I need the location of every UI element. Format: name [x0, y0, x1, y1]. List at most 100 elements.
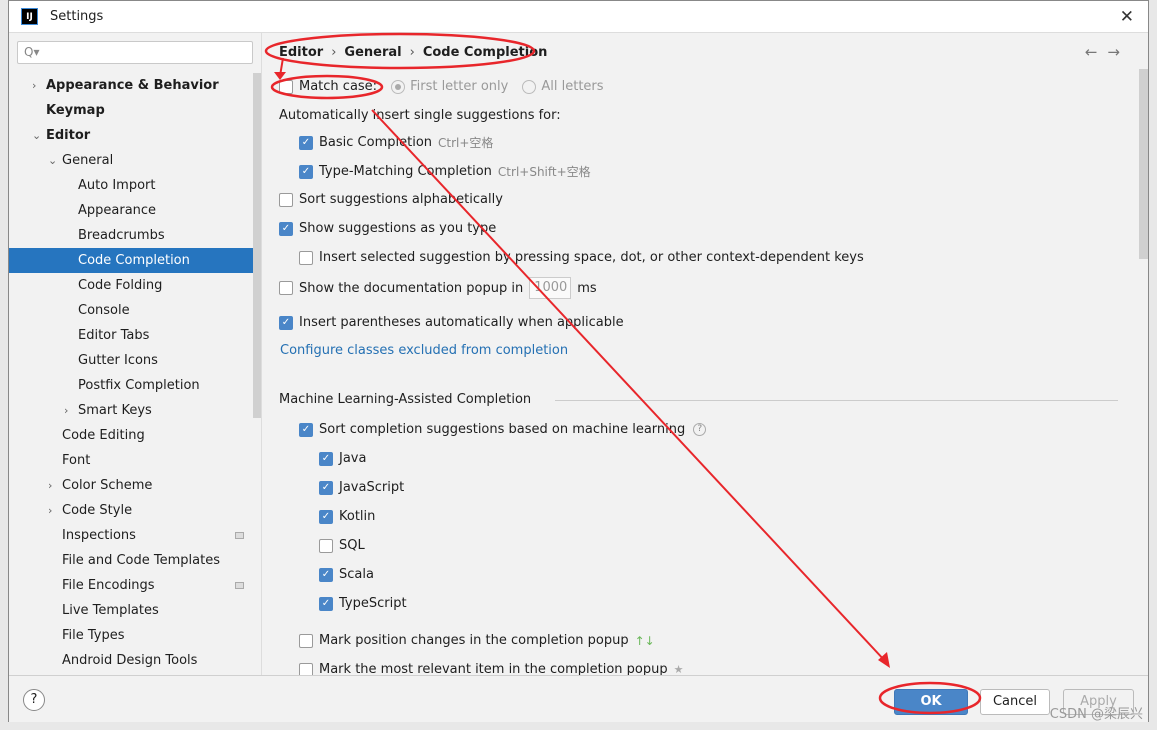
parens-label: Insert parentheses automatically when ap… [299, 315, 624, 330]
shortcut-label: Ctrl+Shift+空格 [497, 165, 591, 179]
language-label: TypeScript [339, 596, 407, 611]
sidebar-item-label: Font [62, 453, 91, 468]
first-letter-label: First letter only [410, 79, 509, 94]
sidebar-item-file-types[interactable]: File Types [9, 623, 253, 648]
sidebar-item-console[interactable]: Console [9, 298, 253, 323]
language-checkbox[interactable]: ✓ [319, 596, 333, 611]
first-letter-radio[interactable] [391, 79, 406, 94]
ml-language-row: ✓ Kotlin [319, 509, 375, 524]
ml-language-row: ✓ JavaScript [319, 480, 404, 495]
doc-popup-checkbox[interactable] [279, 281, 293, 295]
chevron-down-icon[interactable]: ⌄ [32, 123, 41, 148]
sidebar-item-label: Code Editing [62, 428, 145, 443]
content-panel: Editor › General › Code Completion ←→ Match … [263, 33, 1148, 677]
doc-popup-delay-input[interactable]: 1000 [529, 277, 572, 299]
search-input[interactable]: Q▾ [17, 41, 253, 64]
sidebar-item-font[interactable]: Font [9, 448, 253, 473]
ml-language-row: ✓ TypeScript [319, 596, 407, 611]
sidebar-item-live-templates[interactable]: Live Templates [9, 598, 253, 623]
option-label: Show suggestions as you type [299, 221, 497, 236]
ml-sort-label: Sort completion suggestions based on mac… [319, 422, 686, 437]
sidebar-item-code-editing[interactable]: Code Editing [9, 423, 253, 448]
sidebar-item-code-folding[interactable]: Code Folding [9, 273, 253, 298]
title-bar: IJ Settings ✕ [9, 1, 1148, 33]
parens-checkbox[interactable]: ✓ [279, 315, 293, 330]
option-label: Insert selected suggestion by pressing s… [319, 250, 864, 265]
match-case-label: Match case: [299, 79, 378, 94]
sidebar-item-label: Smart Keys [78, 403, 152, 418]
back-arrow-icon[interactable]: ← [1085, 43, 1108, 61]
option-label: Basic Completion [319, 135, 433, 150]
sidebar-item-postfix-completion[interactable]: Postfix Completion [9, 373, 253, 398]
help-button[interactable]: ? [23, 689, 45, 711]
project-scope-icon [235, 532, 244, 539]
shortcut-label: Ctrl+空格 [438, 136, 494, 150]
help-icon[interactable]: ? [693, 423, 707, 436]
sidebar-item-appearance[interactable]: Appearance [9, 198, 253, 223]
sidebar-item-file-and-code-templates[interactable]: File and Code Templates [9, 548, 253, 573]
sidebar-item-label: Color Scheme [62, 478, 153, 493]
sidebar-item-label: Editor [46, 128, 91, 143]
chevron-right-icon[interactable]: › [64, 398, 68, 423]
window-title: Settings [50, 9, 104, 24]
breadcrumb-general[interactable]: General [344, 45, 401, 60]
mark-changes-row: Mark position changes in the completion … [299, 633, 655, 648]
chevron-right-icon[interactable]: › [32, 73, 36, 98]
language-label: SQL [339, 538, 365, 553]
sidebar-item-label: Code Completion [78, 253, 190, 268]
sidebar-item-label: File and Code Templates [62, 553, 220, 568]
chevron-right-icon[interactable]: › [48, 498, 52, 523]
option-checkbox[interactable]: ✓ [299, 135, 313, 150]
language-checkbox[interactable]: ✓ [319, 567, 333, 582]
dialog-footer: ? OK Cancel Apply [9, 675, 1148, 722]
cancel-button[interactable]: Cancel [980, 689, 1050, 715]
sidebar-item-inspections[interactable]: Inspections [9, 523, 253, 548]
sidebar-item-gutter-icons[interactable]: Gutter Icons [9, 348, 253, 373]
parens-row: ✓ Insert parentheses automatically when a… [279, 315, 624, 330]
language-checkbox[interactable]: ✓ [319, 451, 333, 466]
language-checkbox[interactable]: ✓ [319, 480, 333, 495]
option-checkbox[interactable] [299, 250, 313, 265]
settings-dialog: IJ Settings ✕ Q▾ › Appearance & Behavior K… [8, 0, 1149, 722]
chevron-down-icon[interactable]: ⌄ [48, 148, 57, 173]
sidebar-item-label: File Encodings [62, 578, 155, 593]
language-checkbox[interactable]: ✓ [319, 509, 333, 524]
match-case-row: Match case: First letter only All letter… [279, 79, 604, 94]
content-scrollbar[interactable] [1139, 69, 1148, 259]
ml-sort-checkbox[interactable]: ✓ [299, 422, 313, 437]
option-checkbox[interactable]: ✓ [299, 164, 313, 179]
sidebar-item-editor[interactable]: ⌄ Editor [9, 123, 253, 148]
sidebar-item-breadcrumbs[interactable]: Breadcrumbs [9, 223, 253, 248]
sidebar-item-appearance-behavior[interactable]: › Appearance & Behavior [9, 73, 253, 98]
configure-excluded-link[interactable]: Configure classes excluded from completi… [280, 343, 568, 358]
language-checkbox[interactable] [319, 538, 333, 553]
option-checkbox[interactable]: ✓ [279, 221, 293, 236]
option-checkbox[interactable] [279, 192, 293, 207]
sidebar-item-smart-keys[interactable]: › Smart Keys [9, 398, 253, 423]
match-case-checkbox[interactable] [279, 79, 293, 94]
settings-tree: › Appearance & Behavior Keymap ⌄ Editor ⌄ Gene… [9, 73, 253, 673]
sidebar-item-file-encodings[interactable]: File Encodings [9, 573, 253, 598]
section-divider [555, 400, 1118, 401]
option-row: Sort suggestions alphabetically [279, 192, 503, 207]
sidebar-item-editor-tabs[interactable]: Editor Tabs [9, 323, 253, 348]
chevron-right-icon: › [331, 45, 337, 60]
sidebar-item-keymap[interactable]: Keymap [9, 98, 253, 123]
close-icon[interactable]: ✕ [1120, 7, 1134, 27]
all-letters-label: All letters [541, 79, 604, 94]
mark-changes-checkbox[interactable] [299, 633, 313, 648]
sidebar-item-label: Live Templates [62, 603, 159, 618]
sidebar-item-android-design-tools[interactable]: Android Design Tools [9, 648, 253, 673]
sidebar-item-color-scheme[interactable]: › Color Scheme [9, 473, 253, 498]
forward-arrow-icon[interactable]: → [1107, 43, 1130, 61]
option-row: ✓ Show suggestions as you type [279, 221, 496, 236]
chevron-right-icon[interactable]: › [48, 473, 52, 498]
sidebar-item-general[interactable]: ⌄ General [9, 148, 253, 173]
all-letters-radio[interactable] [522, 79, 537, 94]
ok-button[interactable]: OK [894, 689, 968, 715]
sidebar-item-auto-import[interactable]: Auto Import [9, 173, 253, 198]
sidebar-scrollbar[interactable] [253, 73, 261, 418]
sidebar-item-code-style[interactable]: › Code Style [9, 498, 253, 523]
breadcrumb-editor[interactable]: Editor [279, 45, 323, 60]
sidebar-item-code-completion[interactable]: Code Completion [9, 248, 253, 273]
